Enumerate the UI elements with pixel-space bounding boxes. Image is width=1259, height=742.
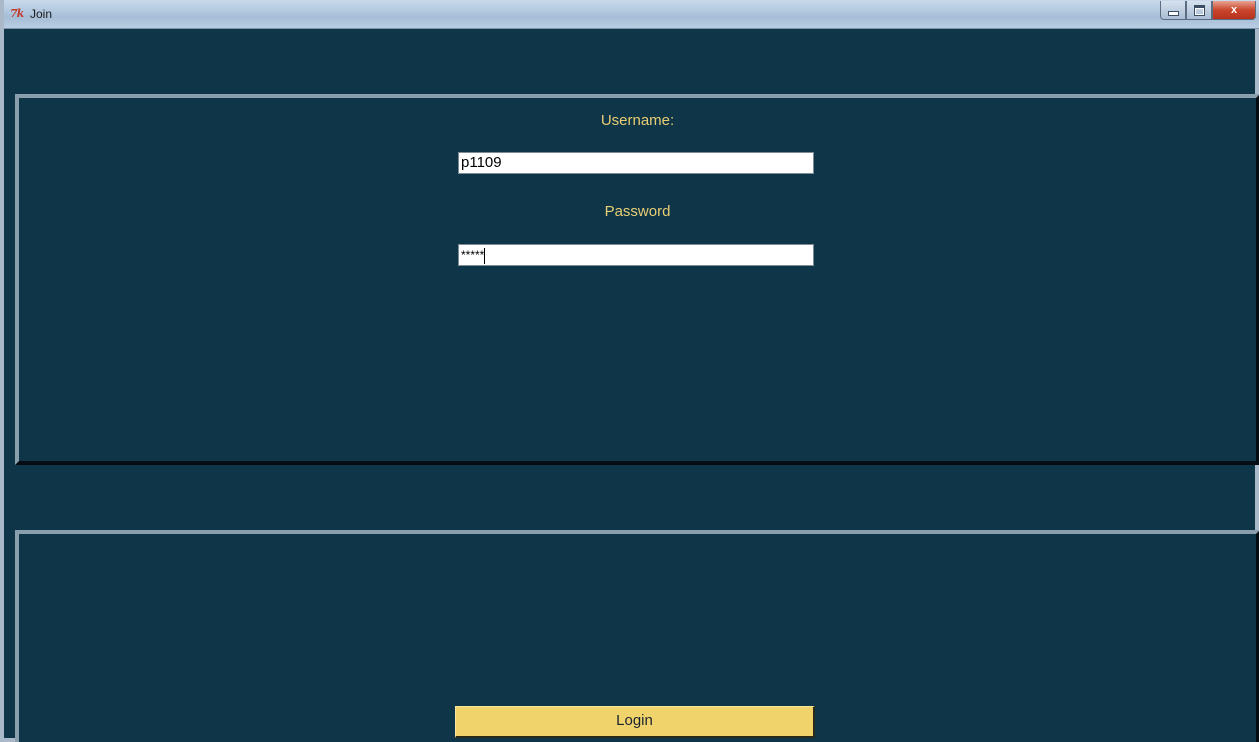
- minimize-icon: [1167, 10, 1179, 16]
- username-label: Username:: [600, 112, 675, 129]
- text-caret: [484, 247, 486, 264]
- title-bar[interactable]: 7k Join x: [4, 0, 1259, 29]
- login-button[interactable]: Login: [455, 706, 815, 738]
- password-label: Password: [604, 203, 671, 220]
- username-value: p1109: [461, 154, 502, 171]
- password-field[interactable]: *****: [458, 244, 814, 266]
- tk-feather-icon: 7k: [10, 7, 24, 20]
- action-panel: Login: [15, 530, 1259, 742]
- close-icon: x: [1230, 4, 1238, 16]
- close-button[interactable]: x: [1212, 1, 1256, 20]
- maximize-icon: [1193, 4, 1205, 16]
- maximize-button[interactable]: [1186, 1, 1212, 20]
- window-title: Join: [30, 7, 53, 21]
- app-window: 7k Join x Username: p1109 Password *****…: [0, 0, 1259, 742]
- login-form-panel: Username: p1109 Password *****: [15, 94, 1259, 465]
- password-value: *****: [461, 248, 485, 262]
- window-controls: x: [1160, 1, 1256, 20]
- minimize-button[interactable]: [1160, 1, 1186, 20]
- username-field[interactable]: p1109: [458, 152, 814, 174]
